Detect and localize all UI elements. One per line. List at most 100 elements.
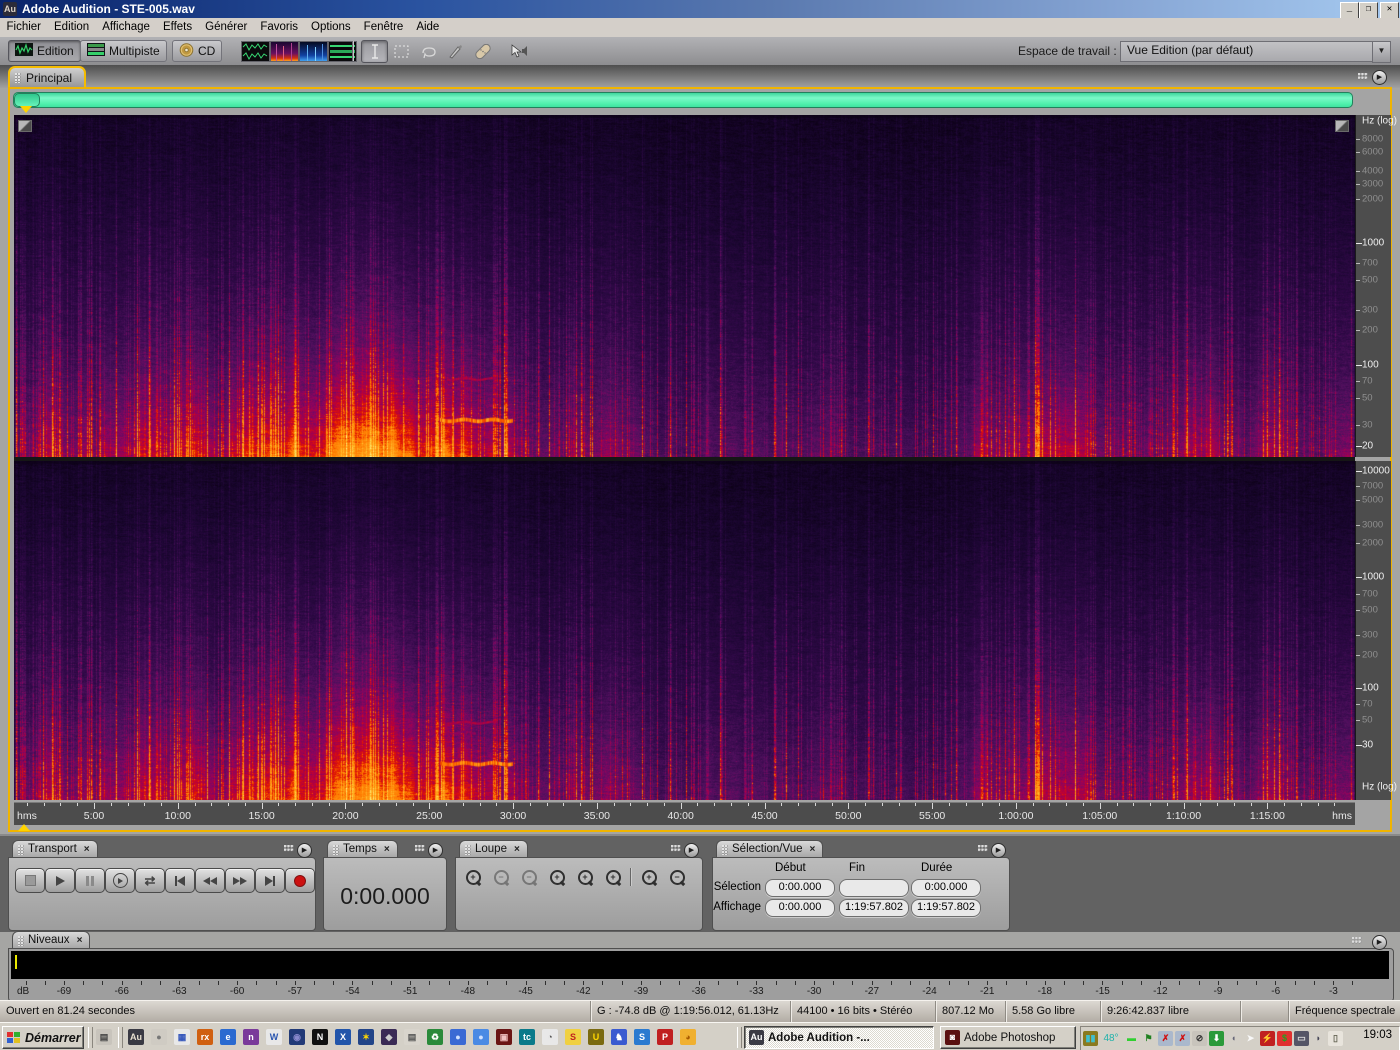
time-selection-tool-button[interactable] (361, 40, 388, 63)
tab-principal[interactable]: Principal (8, 66, 86, 88)
quicklaunch-icon-15[interactable]: ● (450, 1029, 466, 1045)
tray-icon-5[interactable]: ✗ (1175, 1031, 1190, 1046)
p-temps-menu-button[interactable]: ▶ (428, 843, 443, 858)
levels-menu-button[interactable]: ▶ (1372, 935, 1387, 950)
quicklaunch-icon-2[interactable]: ● (151, 1029, 167, 1045)
p-selection-menu-button[interactable]: ▶ (991, 843, 1006, 858)
transport-ffwd-button[interactable] (225, 868, 255, 893)
loupe-zin-v-button[interactable]: + (636, 866, 662, 888)
playhead-marker-top[interactable] (20, 106, 32, 113)
loupe-zout-v-button[interactable]: − (664, 866, 690, 888)
quicklaunch-icon-6[interactable]: n (243, 1029, 259, 1045)
restore-button[interactable]: ❐ (1359, 2, 1378, 19)
quicklaunch-icon-18[interactable]: tc (519, 1029, 535, 1045)
p-transport-menu-button[interactable]: ▶ (297, 843, 312, 858)
tray-icon-9[interactable]: ➤ (1243, 1031, 1258, 1046)
quicklaunch-icon-7[interactable]: W (266, 1029, 282, 1045)
time-ruler[interactable]: 5:00 10:00 15:00 20:00 25:00 30:00 35:00 40:00 4… (14, 802, 1355, 825)
tray-icon-1[interactable]: 48° (1100, 1031, 1122, 1046)
task-audition[interactable]: Au Adobe Audition -... (744, 1026, 934, 1049)
selection-value-1-1[interactable]: 1:19:57.802 (839, 899, 909, 917)
selection-value-1-0[interactable]: 0:00.000 (765, 899, 835, 917)
quicklaunch-icon-21[interactable]: U (588, 1029, 604, 1045)
quicklaunch-icon-23[interactable]: S (634, 1029, 650, 1045)
loupe-zsel-l-button[interactable]: + (544, 866, 570, 888)
workspace-dropdown-arrow-icon[interactable]: ▼ (1372, 41, 1391, 63)
tray-icon-7[interactable]: ⬇ (1209, 1031, 1224, 1046)
quicklaunch-icon-13[interactable]: ▤ (404, 1029, 420, 1045)
waveform-view-button[interactable] (241, 41, 270, 62)
tray-icon-13[interactable]: ◗ (1311, 1031, 1326, 1046)
transport-rec-button[interactable] (285, 868, 315, 893)
quicklaunch-icon-20[interactable]: S (565, 1029, 581, 1045)
marquee-selection-tool-button[interactable] (388, 40, 415, 63)
mode-edition-button[interactable]: Edition (8, 40, 81, 62)
quicklaunch-icon-10[interactable]: X (335, 1029, 351, 1045)
quicklaunch-icon-9[interactable]: N (312, 1029, 328, 1045)
menu-aide[interactable]: Aide (410, 18, 446, 37)
spot-healing-brush-tool-button[interactable] (469, 40, 496, 63)
quicklaunch-icon-3[interactable]: ▦ (174, 1029, 190, 1045)
tray-icon-12[interactable]: ▭ (1294, 1031, 1309, 1046)
transport-start-button[interactable] (165, 868, 195, 893)
quicklaunch-icon-22[interactable]: ♞ (611, 1029, 627, 1045)
loupe-zsel-r-button[interactable]: + (600, 866, 626, 888)
quicklaunch-icon-19[interactable]: ◔ (542, 1029, 558, 1045)
loupe-zsel-button[interactable]: + (572, 866, 598, 888)
quicklaunch-icon-1[interactable]: Au (128, 1029, 144, 1045)
playhead-marker-bottom[interactable] (18, 824, 30, 831)
quicklaunch-icon-4[interactable]: rx (197, 1029, 213, 1045)
menu-options[interactable]: Options (305, 18, 358, 37)
loupe-zin-h-button[interactable]: + (460, 866, 486, 888)
transport-loop-button[interactable]: ⇄ (135, 868, 165, 893)
start-button[interactable]: Démarrer (2, 1026, 84, 1049)
quicklaunch-icon-17[interactable]: ▣ (496, 1029, 512, 1045)
task-photoshop[interactable]: ◙ Adobe Photoshop (940, 1026, 1076, 1049)
quicklaunch-icon-25[interactable]: ◕ (680, 1029, 696, 1045)
transport-end-button[interactable] (255, 868, 285, 893)
scrub-tool-button[interactable] (505, 40, 532, 63)
tray-icon-2[interactable]: ▬ (1124, 1031, 1139, 1046)
menu-fenêtre[interactable]: Fenêtre (357, 18, 410, 37)
minimize-button[interactable]: _ (1340, 2, 1359, 19)
close-button[interactable]: ✕ (1380, 2, 1399, 19)
quicklaunch-icon-5[interactable]: e (220, 1029, 236, 1045)
loupe-zout-full-button[interactable]: − (516, 866, 542, 888)
menu-affichage[interactable]: Affichage (96, 18, 157, 37)
quicklaunch-icon-12[interactable]: ◆ (381, 1029, 397, 1045)
loupe-zout-h-button[interactable]: − (488, 866, 514, 888)
transport-pause-button[interactable] (75, 868, 105, 893)
menu-fichier[interactable]: Fichier (0, 18, 48, 37)
spectral-frequency-view-button[interactable] (270, 41, 299, 62)
corner-icon-topleft[interactable] (18, 120, 32, 132)
quicklaunch-icon-14[interactable]: ♻ (427, 1029, 443, 1045)
mode-multipiste-button[interactable]: Multipiste (80, 40, 167, 62)
quicklaunch-icon-24[interactable]: P (657, 1029, 673, 1045)
spectrogram-right-channel[interactable] (14, 461, 1355, 800)
quicklaunch-icon-0[interactable]: ▤ (96, 1029, 112, 1045)
quicklaunch-icon-8[interactable]: ◉ (289, 1029, 305, 1045)
tray-icon-3[interactable]: ⚑ (1141, 1031, 1156, 1046)
quicklaunch-icon-16[interactable]: ● (473, 1029, 489, 1045)
tray-icon-11[interactable]: $ (1277, 1031, 1292, 1046)
selection-value-1-2[interactable]: 1:19:57.802 (911, 899, 981, 917)
spectrogram-left-channel[interactable] (14, 115, 1355, 457)
menu-edition[interactable]: Edition (48, 18, 96, 37)
panel-menu-button[interactable]: ▶ (1372, 70, 1387, 85)
overview-scrollbar[interactable] (13, 92, 1353, 108)
mode-cd-button[interactable]: CD (172, 40, 223, 62)
tray-icon-14[interactable]: ▯ (1328, 1031, 1343, 1046)
selection-value-0-1[interactable] (839, 879, 909, 897)
transport-rew-button[interactable] (195, 868, 225, 893)
transport-play-button[interactable] (45, 868, 75, 893)
menu-effets[interactable]: Effets (156, 18, 198, 37)
transport-stop-button[interactable] (15, 868, 45, 893)
effects-paintbrush-tool-button[interactable] (442, 40, 469, 63)
quicklaunch-icon-11[interactable]: ✶ (358, 1029, 374, 1045)
workspace-select[interactable]: Vue Edition (par défaut) (1120, 41, 1376, 62)
selection-value-0-0[interactable]: 0:00.000 (765, 879, 835, 897)
p-loupe-menu-button[interactable]: ▶ (684, 843, 699, 858)
selection-value-0-2[interactable]: 0:00.000 (911, 879, 981, 897)
corner-icon-topright[interactable] (1335, 120, 1349, 132)
lasso-selection-tool-button[interactable] (415, 40, 442, 63)
